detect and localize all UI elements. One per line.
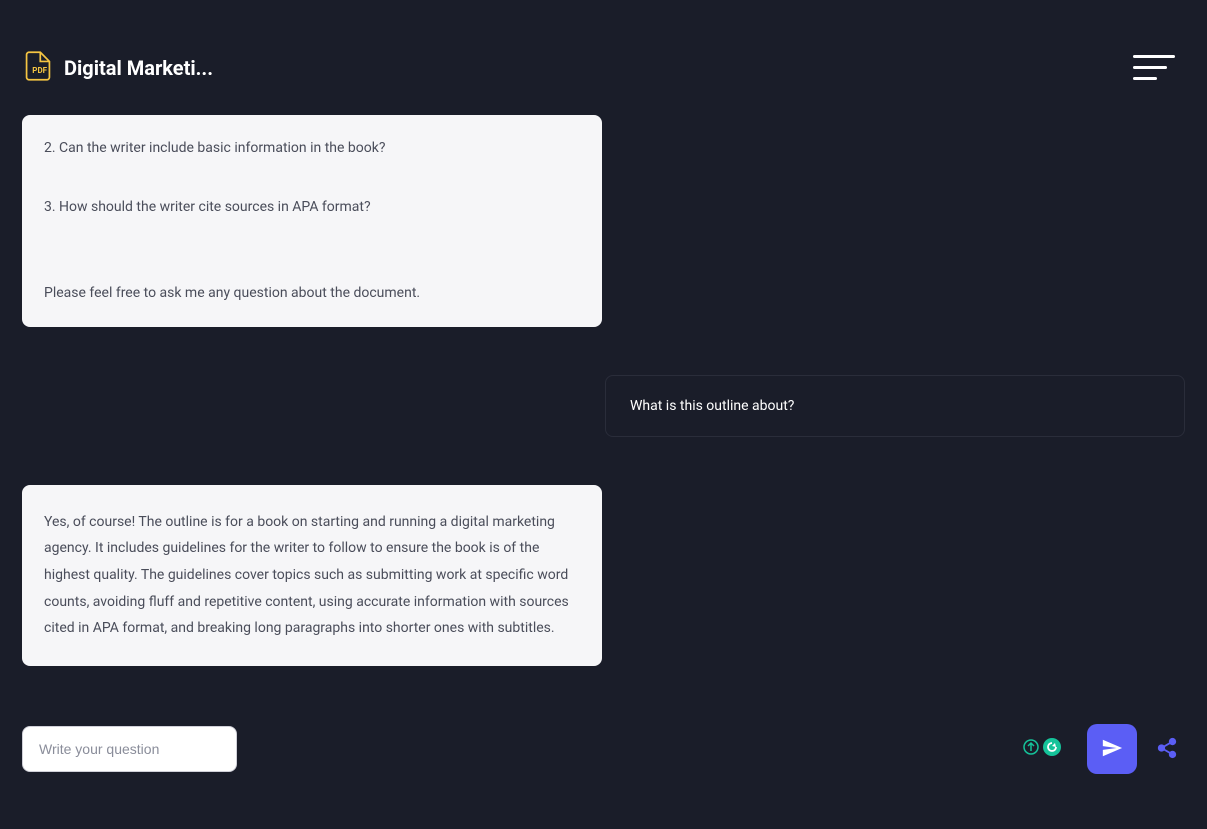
svg-text:PDF: PDF (32, 65, 47, 74)
assistant-message: 2. Can the writer include basic informat… (22, 115, 602, 327)
assistant-question-2: 2. Can the writer include basic informat… (44, 135, 580, 162)
send-button[interactable] (1087, 724, 1137, 774)
grammarly-upload-icon[interactable] (1023, 739, 1039, 759)
hamburger-line (1133, 55, 1175, 58)
grammarly-icon[interactable] (1043, 738, 1061, 760)
assistant-closing: Please feel free to ask me any question … (44, 280, 580, 307)
share-icon (1156, 737, 1178, 762)
menu-button[interactable] (1125, 47, 1183, 88)
share-button[interactable] (1149, 731, 1185, 767)
input-icons (1023, 738, 1061, 760)
input-wrapper (22, 726, 1075, 772)
question-input[interactable] (22, 726, 237, 772)
hamburger-line (1133, 66, 1167, 69)
assistant-text: Yes, of course! The outline is for a boo… (44, 509, 580, 642)
hamburger-line (1133, 77, 1157, 80)
user-text: What is this outline about? (630, 398, 1160, 414)
assistant-message: Yes, of course! The outline is for a boo… (22, 485, 602, 666)
app-header: PDF Digital Marketi... (0, 0, 1207, 115)
assistant-question-3: 3. How should the writer cite sources in… (44, 194, 580, 221)
user-message: What is this outline about? (605, 375, 1185, 437)
input-bar (22, 724, 1185, 774)
send-icon (1101, 737, 1123, 762)
page-title: Digital Marketi... (64, 56, 213, 80)
chat-container: 2. Can the writer include basic informat… (0, 115, 1207, 727)
pdf-icon: PDF (24, 50, 52, 86)
header-left: PDF Digital Marketi... (24, 50, 213, 86)
